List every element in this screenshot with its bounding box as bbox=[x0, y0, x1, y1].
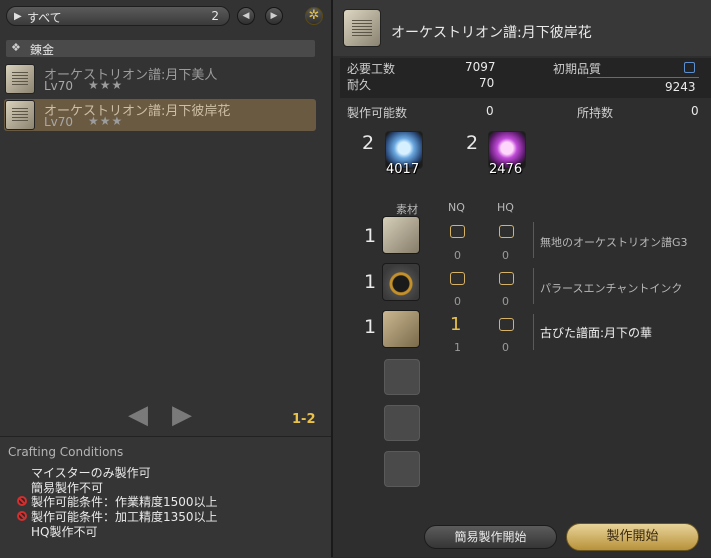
hq-slot[interactable] bbox=[499, 318, 514, 331]
nq-header: NQ bbox=[448, 201, 465, 214]
orchestrion-roll-icon bbox=[5, 100, 35, 130]
empty-material-slot bbox=[384, 359, 420, 395]
item-title: オーケストリオン譜:月下彼岸花 bbox=[391, 25, 592, 41]
empty-material-slot bbox=[384, 405, 420, 441]
durability-label: 耐久 bbox=[347, 78, 372, 92]
material-header: 素材 bbox=[396, 203, 418, 216]
conditions-title: Crafting Conditions bbox=[8, 445, 124, 459]
chevron-left-icon: ◀ bbox=[242, 11, 250, 21]
prohibited-icon bbox=[17, 496, 27, 506]
hq-header: HQ bbox=[497, 201, 514, 214]
material-quantity: 1 bbox=[364, 316, 377, 338]
old-sheet-music-icon[interactable] bbox=[382, 310, 420, 348]
triangle-left-icon: ◀ bbox=[128, 400, 148, 430]
filter-count: 2 bbox=[211, 9, 219, 23]
hq-owned: 0 bbox=[502, 249, 509, 262]
hq-slot[interactable] bbox=[499, 225, 514, 238]
triangle-right-icon: ▶ bbox=[172, 400, 192, 430]
settings-button[interactable]: ✲ bbox=[305, 7, 323, 25]
hq-checkbox[interactable] bbox=[684, 62, 695, 73]
material-name: パラースエンチャントインク bbox=[540, 282, 683, 295]
crystal-owned: 4017 bbox=[386, 162, 420, 177]
enchanted-ink-icon[interactable] bbox=[382, 263, 420, 301]
difficulty-label: 必要工数 bbox=[347, 62, 396, 76]
craftable-value: 0 bbox=[486, 104, 494, 118]
category-header[interactable]: ❖ 錬金 bbox=[6, 40, 315, 57]
quick-synthesis-button[interactable]: 簡易製作開始 bbox=[424, 525, 557, 549]
hq-slot[interactable] bbox=[499, 272, 514, 285]
quality-max-value: 9243 bbox=[665, 80, 696, 94]
recipe-level: Lv70 bbox=[44, 115, 74, 129]
row-divider bbox=[533, 268, 534, 304]
initial-quality-label: 初期品質 bbox=[553, 62, 602, 76]
prohibited-icon bbox=[17, 511, 27, 521]
category-label: 錬金 bbox=[30, 43, 55, 57]
blank-orchestrion-roll-icon[interactable] bbox=[382, 216, 420, 254]
recipe-list-item[interactable]: オーケストリオン譜:月下美人 Lv70 ★★★ bbox=[4, 63, 316, 95]
material-quantity: 1 bbox=[364, 271, 377, 293]
nq-owned: 0 bbox=[454, 295, 461, 308]
nq-slot[interactable] bbox=[450, 225, 465, 238]
crystal-owned: 2476 bbox=[489, 162, 523, 177]
category-diamond-icon: ❖ bbox=[11, 41, 21, 54]
quality-bar bbox=[587, 77, 699, 78]
recipe-list-item-selected[interactable]: オーケストリオン譜:月下彼岸花 Lv70 ★★★ bbox=[4, 99, 316, 131]
crystal-quantity: 2 bbox=[466, 132, 479, 154]
owned-label: 所持数 bbox=[577, 106, 614, 120]
condition-line: HQ製作不可 bbox=[31, 525, 98, 539]
next-arrow-button[interactable]: ▶ bbox=[265, 7, 283, 25]
crystal-quantity: 2 bbox=[362, 132, 375, 154]
synthesize-button[interactable]: 製作開始 bbox=[566, 523, 699, 551]
crafting-conditions-panel: Crafting Conditions マイスターのみ製作可 簡易製作不可 製作… bbox=[0, 436, 331, 558]
craftable-label: 製作可能数 bbox=[347, 106, 408, 120]
nq-slot[interactable] bbox=[450, 272, 465, 285]
material-name: 古びた譜面:月下の華 bbox=[540, 326, 653, 340]
dropdown-arrow-icon: ▶ bbox=[14, 11, 22, 22]
difficulty-value: 7097 bbox=[465, 60, 496, 74]
recipe-stars: ★★★ bbox=[88, 78, 124, 92]
row-divider bbox=[533, 222, 534, 258]
orchestrion-roll-icon bbox=[5, 64, 35, 94]
orchestrion-roll-icon[interactable] bbox=[343, 9, 381, 47]
page-indicator: 1-2 bbox=[292, 412, 316, 427]
hq-owned: 0 bbox=[502, 341, 509, 354]
page-prev-button[interactable]: ◀ bbox=[128, 400, 148, 430]
page-next-button[interactable]: ▶ bbox=[172, 400, 192, 430]
stats-box bbox=[340, 58, 711, 98]
nq-owned: 1 bbox=[454, 341, 461, 354]
empty-material-slot bbox=[384, 451, 420, 487]
nq-assigned[interactable]: 1 bbox=[450, 314, 461, 335]
material-quantity: 1 bbox=[364, 225, 377, 247]
chevron-right-icon: ▶ bbox=[270, 11, 278, 21]
row-divider bbox=[533, 314, 534, 350]
material-name: 無地のオーケストリオン譜G3 bbox=[540, 236, 688, 249]
durability-value: 70 bbox=[479, 76, 495, 90]
prev-arrow-button[interactable]: ◀ bbox=[237, 7, 255, 25]
recipe-stars: ★★★ bbox=[88, 114, 124, 128]
nq-owned: 0 bbox=[454, 249, 461, 262]
recipe-level: Lv70 bbox=[44, 79, 74, 93]
recipe-filter-dropdown[interactable]: ▶ すべて 2 bbox=[6, 6, 230, 26]
gear-icon: ✲ bbox=[308, 8, 320, 23]
hq-owned: 0 bbox=[502, 295, 509, 308]
owned-value: 0 bbox=[691, 104, 699, 118]
filter-label: すべて bbox=[27, 11, 62, 25]
